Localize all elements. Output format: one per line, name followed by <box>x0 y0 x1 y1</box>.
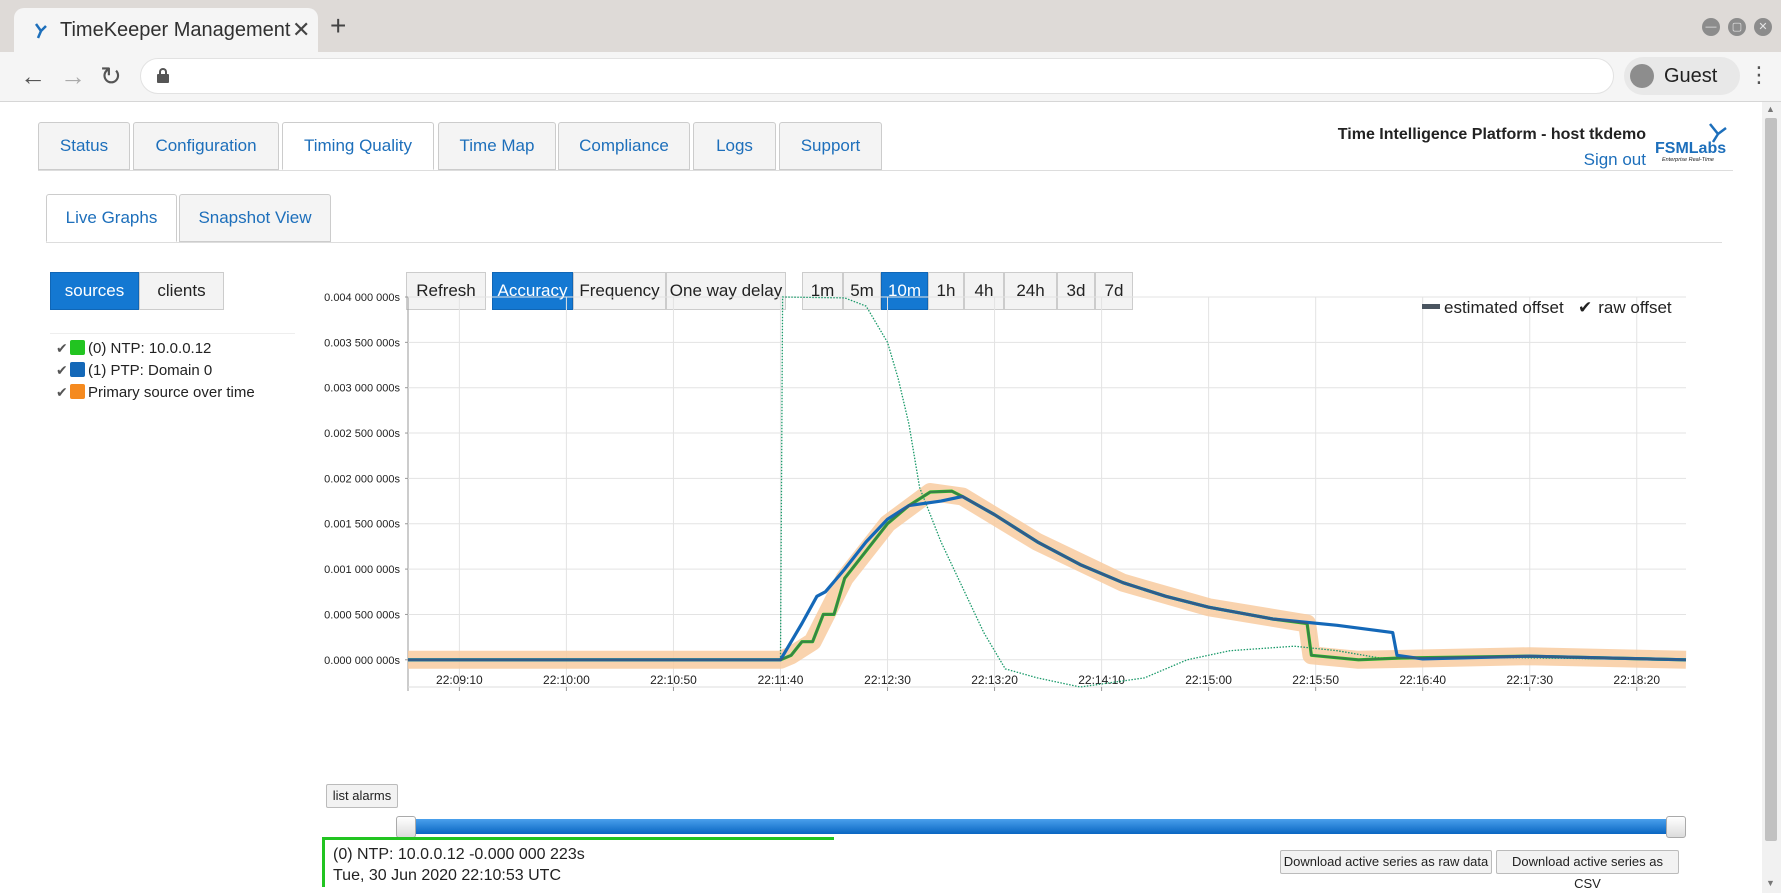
profile-label: Guest <box>1664 65 1718 87</box>
color-swatch-icon <box>70 362 85 377</box>
slider-left-handle[interactable] <box>396 816 416 838</box>
series-raw-offset-line <box>408 296 1687 688</box>
clients-toggle[interactable]: clients <box>139 272 224 310</box>
sources-legend: ✔ (0) NTP: 10.0.0.12 ✔ (1) PTP: Domain 0 ✔ Pr… <box>50 334 280 434</box>
y-tick-label: 0.004 000 000s <box>324 292 400 304</box>
tab-configuration[interactable]: Configuration <box>133 122 279 170</box>
estimated-offset-label: estimated offset <box>1444 298 1564 317</box>
new-tab-icon[interactable]: + <box>330 12 346 40</box>
y-tick-label: 0.002 500 000s <box>324 428 400 440</box>
browser-tab[interactable]: TimeKeeper Management ✕ <box>14 8 318 52</box>
tab-close-icon[interactable]: ✕ <box>292 17 310 43</box>
y-tick-label: 0.003 000 000s <box>324 383 400 395</box>
x-tick-label: 22:10:00 <box>543 673 590 687</box>
window-close-icon[interactable]: ✕ <box>1754 18 1772 36</box>
x-tick-label: 22:09:10 <box>436 673 483 687</box>
accuracy-chart[interactable]: 0.000 000 000s 0.000 500 000s 0.001 000 00… <box>300 289 1690 709</box>
tab-timing-quality[interactable]: Timing Quality <box>282 122 434 170</box>
avatar-icon <box>1630 64 1654 88</box>
tooltip-value: (0) NTP: 10.0.0.12 -0.000 000 223s <box>333 846 585 863</box>
source-label: Primary source over time <box>88 384 255 401</box>
series-0-ntp-10-0-0-12-estimated-offset-line <box>408 489 1687 662</box>
raw-offset-label: raw offset <box>1598 298 1672 317</box>
browser-menu-icon[interactable]: ⋮ <box>1748 64 1770 86</box>
tab-status[interactable]: Status <box>38 122 130 170</box>
slider-right-handle[interactable] <box>1666 816 1686 838</box>
check-icon[interactable]: ✔ <box>56 340 70 357</box>
tab-compliance[interactable]: Compliance <box>558 122 690 170</box>
back-icon[interactable]: ← <box>20 62 46 90</box>
tab-divider <box>38 170 1733 171</box>
tab-title: TimeKeeper Management <box>60 19 291 41</box>
slider-bar[interactable] <box>410 819 1672 834</box>
estimated-offset-swatch-icon <box>1422 304 1440 309</box>
series-primary-source-over-time-line <box>408 483 1687 669</box>
minimize-icon[interactable]: — <box>1702 18 1720 36</box>
scrollbar-thumb[interactable] <box>1765 118 1777 841</box>
y-tick-label: 0.000 000 000s <box>324 655 400 667</box>
raw-offset-check-icon: ✔ <box>1578 298 1593 317</box>
logo-text: FSMLabs <box>1655 140 1726 157</box>
tab-time-map[interactable]: Time Map <box>438 122 556 170</box>
platform-title: Time Intelligence Platform - host tkdemo <box>1337 126 1646 143</box>
source-legend-item[interactable]: ✔ Primary source over time <box>56 384 255 404</box>
scroll-down-icon[interactable]: ▼ <box>1766 878 1775 888</box>
x-tick-label: 22:14:10 <box>1078 673 1125 687</box>
page-content: ▲ ▼ Status Configuration Timing Quality Tim… <box>0 102 1781 893</box>
tab-logs[interactable]: Logs <box>693 122 776 170</box>
sources-toggle[interactable]: sources <box>50 272 139 310</box>
address-bar[interactable] <box>140 58 1614 94</box>
color-swatch-icon <box>70 340 85 355</box>
sign-out-link[interactable]: Sign out <box>1560 150 1646 170</box>
color-swatch-icon <box>70 384 85 399</box>
subtab-divider <box>46 242 1722 243</box>
raw-offset-legend[interactable]: ✔ raw offset <box>1578 298 1672 318</box>
x-tick-label: 22:17:30 <box>1506 673 1553 687</box>
scroll-up-icon[interactable]: ▲ <box>1766 104 1775 114</box>
source-legend-item[interactable]: ✔ (0) NTP: 10.0.0.12 <box>56 340 211 360</box>
y-tick-label: 0.001 000 000s <box>324 564 400 576</box>
y-tick-label: 0.003 500 000s <box>324 337 400 349</box>
page-scrollbar[interactable]: ▲ ▼ <box>1762 102 1781 893</box>
x-tick-label: 22:15:00 <box>1185 673 1232 687</box>
tooltip-time: Tue, 30 Jun 2020 22:10:53 UTC <box>333 867 561 884</box>
subtab-live-graphs[interactable]: Live Graphs <box>46 194 177 242</box>
x-tick-label: 22:11:40 <box>758 673 804 687</box>
timekeeper-favicon-icon <box>34 23 47 39</box>
time-range-slider[interactable] <box>396 816 1686 838</box>
browser-toolbar: ← → ↻ Guest ⋮ <box>0 52 1781 102</box>
source-legend-item[interactable]: ✔ (1) PTP: Domain 0 <box>56 362 212 382</box>
x-tick-label: 22:12:30 <box>864 673 911 687</box>
check-icon[interactable]: ✔ <box>56 362 70 379</box>
logo-tagline: Enterprise Real-Time <box>1662 157 1714 163</box>
list-alarms-button[interactable]: list alarms <box>326 784 398 808</box>
hover-tooltip: (0) NTP: 10.0.0.12 -0.000 000 223s Tue, … <box>322 837 834 887</box>
lock-icon <box>157 68 169 84</box>
x-tick-label: 22:16:40 <box>1399 673 1446 687</box>
y-tick-label: 0.000 500 000s <box>324 609 400 621</box>
maximize-icon[interactable]: ▢ <box>1728 18 1746 36</box>
estimated-offset-legend[interactable]: estimated offset <box>1422 298 1564 318</box>
reload-icon[interactable]: ↻ <box>100 62 122 90</box>
source-label: (1) PTP: Domain 0 <box>88 362 213 379</box>
y-tick-label: 0.001 500 000s <box>324 519 400 531</box>
y-tick-label: 0.002 000 000s <box>324 473 400 485</box>
x-tick-label: 22:10:50 <box>650 673 697 687</box>
tab-support[interactable]: Support <box>779 122 882 170</box>
x-tick-label: 22:15:50 <box>1292 673 1339 687</box>
download-raw-button[interactable]: Download active series as raw data <box>1280 850 1492 874</box>
profile-button[interactable]: Guest <box>1624 57 1740 95</box>
estimated-offset-overlay-line <box>408 489 1687 661</box>
check-icon[interactable]: ✔ <box>56 384 70 401</box>
subtab-snapshot-view[interactable]: Snapshot View <box>179 194 331 242</box>
download-csv-button[interactable]: Download active series as CSV <box>1496 850 1679 891</box>
forward-icon[interactable]: → <box>60 62 86 90</box>
x-tick-label: 22:18:20 <box>1613 673 1660 687</box>
fsmlabs-logo: FSMLabs Enterprise Real-Time <box>1655 123 1727 163</box>
source-label: (0) NTP: 10.0.0.12 <box>88 340 212 357</box>
series-1-ptp-domain-0-estimated-offset-line <box>408 494 1687 662</box>
browser-titlebar: TimeKeeper Management ✕ + — ▢ ✕ <box>0 0 1781 52</box>
x-tick-label: 22:13:20 <box>971 673 1018 687</box>
